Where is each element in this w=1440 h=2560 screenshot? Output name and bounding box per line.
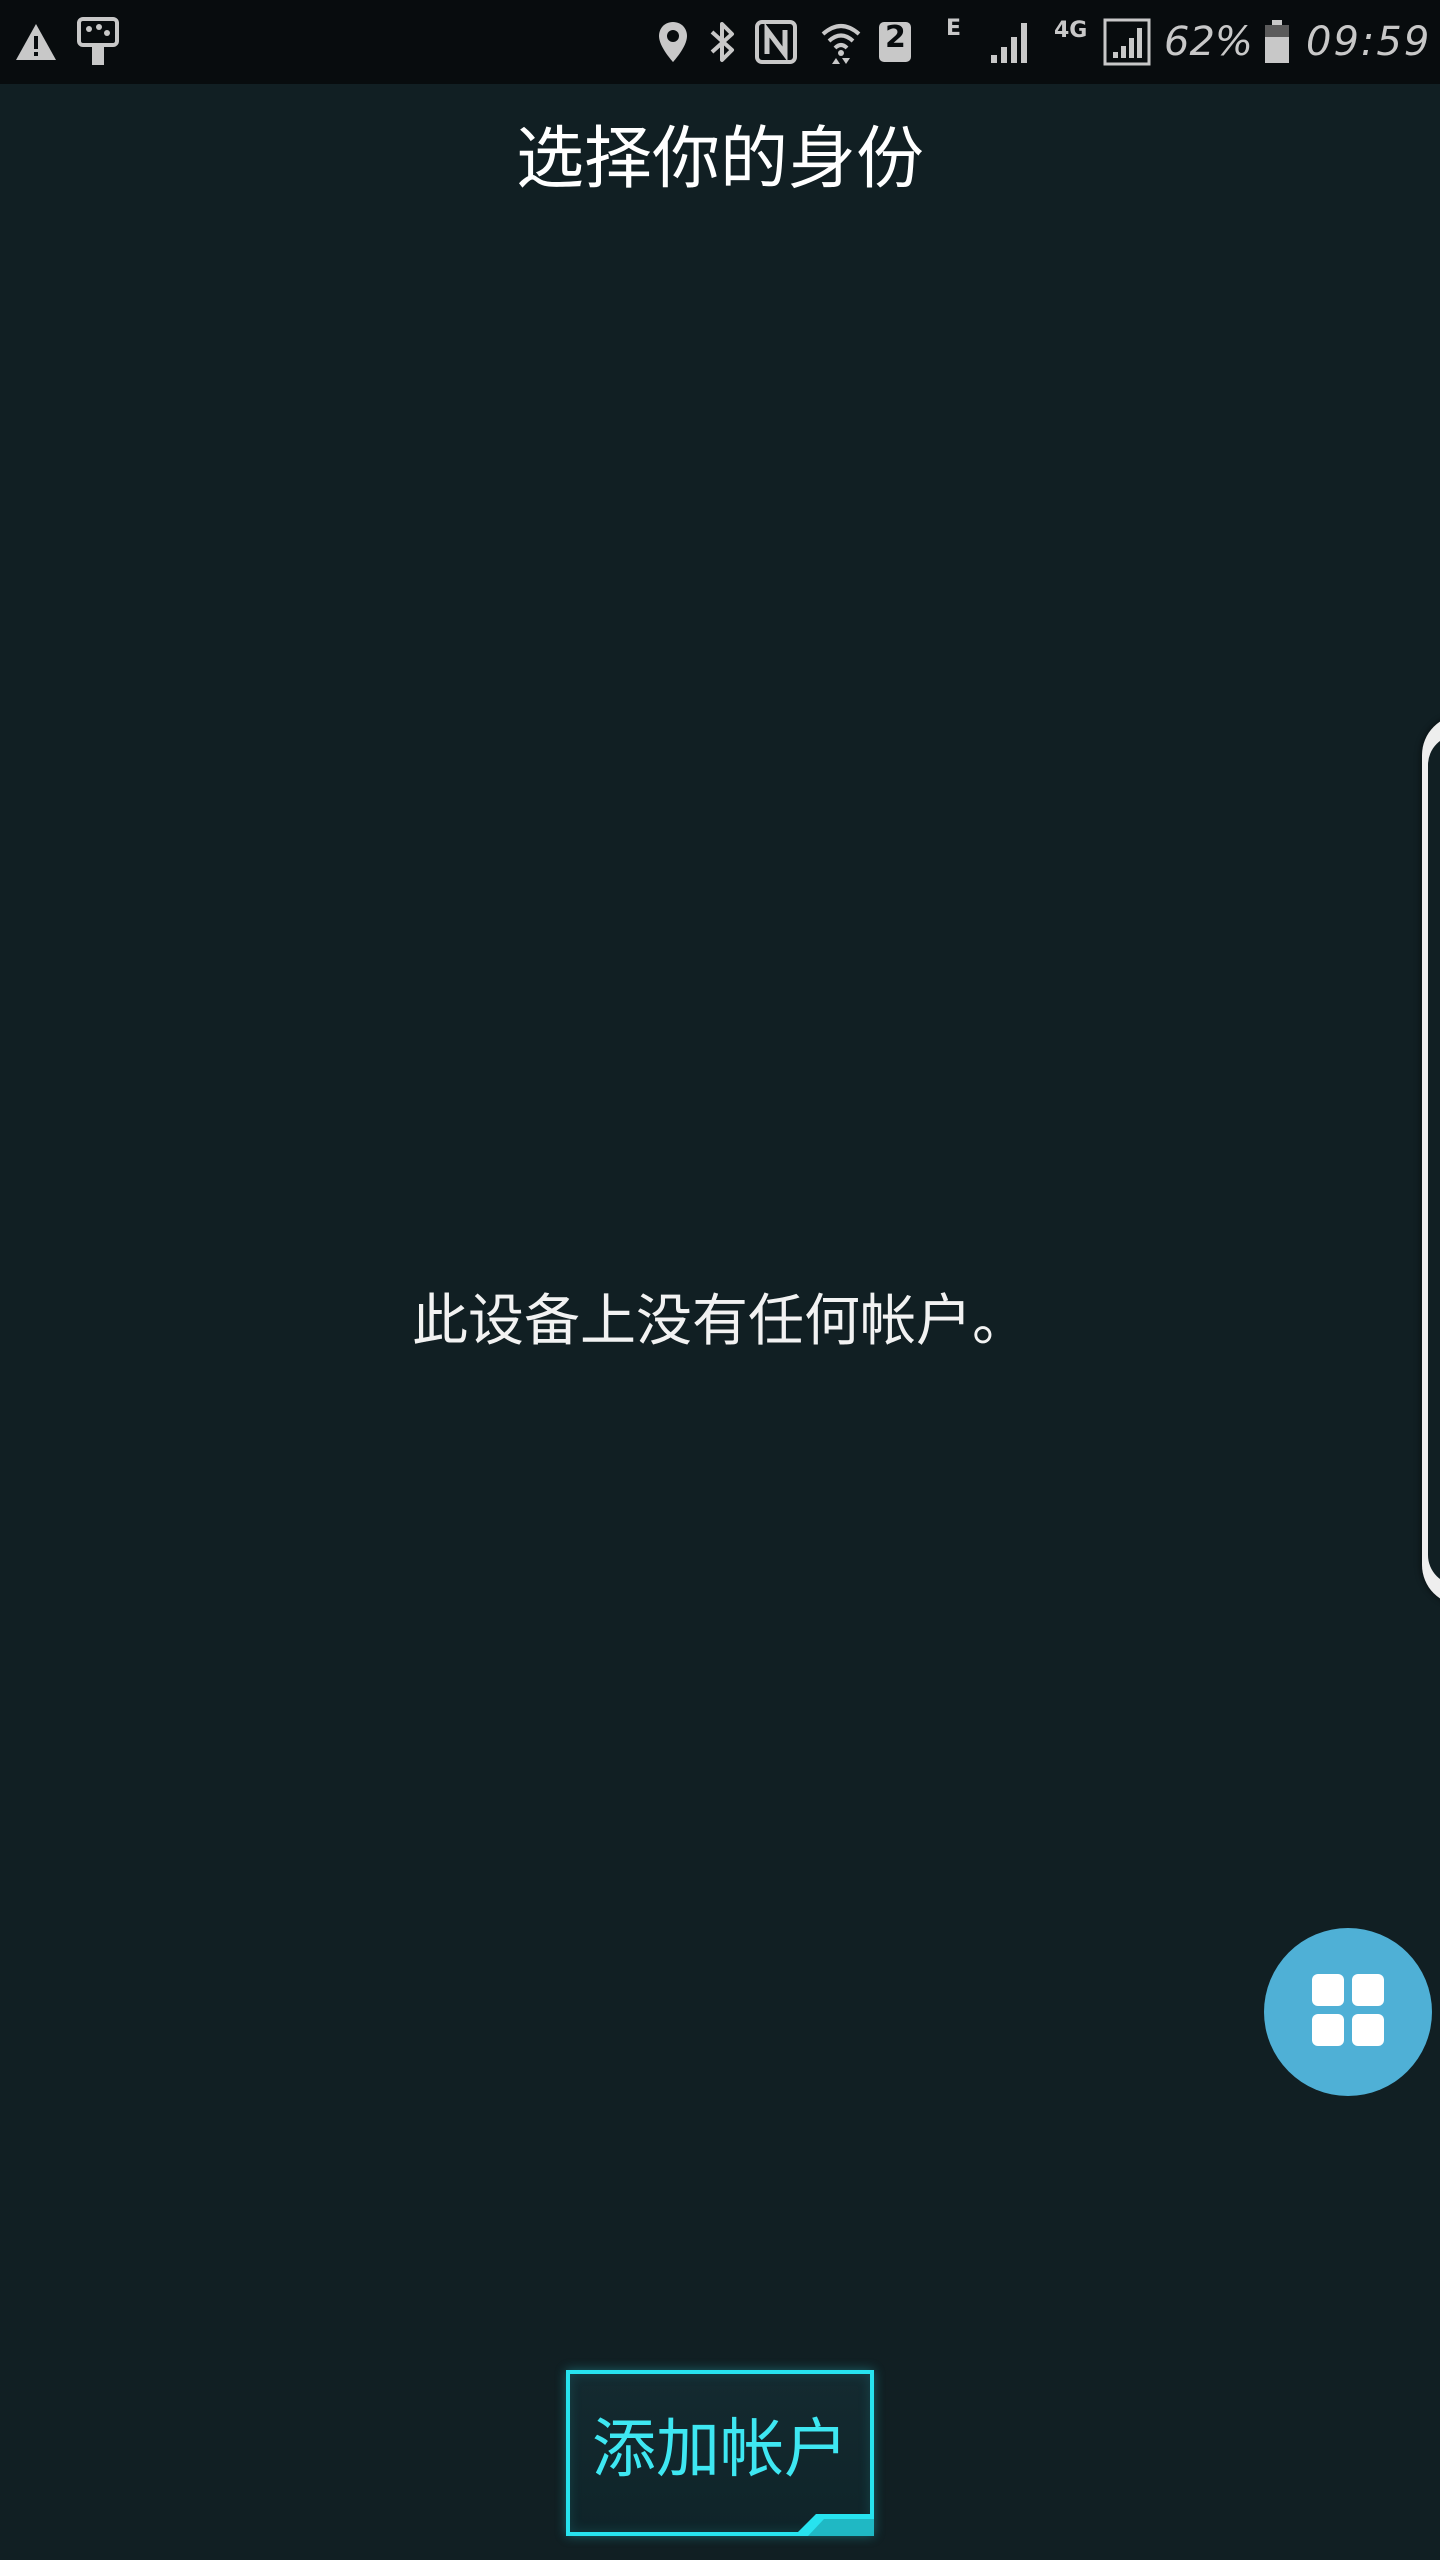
edge-panel-handle-inner [1428,735,1440,1585]
signal-icon [986,14,1034,70]
sim-slot-number: 2 [885,20,906,55]
app-root: 2 E 4G 62% 09:59 选择你的身份 此设备上没有任何帐户。 添加帐户 [0,0,1440,2560]
bluetooth-icon [706,14,740,70]
status-time: 09:59 [1306,19,1432,65]
location-icon [656,14,690,70]
wifi-icon [818,14,864,70]
network-type-e: E [946,16,962,41]
signal-4g-icon [1102,14,1152,70]
empty-state-message: 此设备上没有任何帐户。 [412,1289,1028,1354]
grid-icon [1310,1972,1386,2052]
page-title: 选择你的身份 [515,120,924,199]
nfc-icon [754,14,798,70]
sim-2-icon: 2 [876,14,914,70]
status-bar: 2 E 4G 62% 09:59 [0,0,1440,84]
add-account-button[interactable]: 添加帐户 [566,2370,874,2536]
warning-icon [14,14,58,70]
usb-icon [74,14,122,70]
add-account-label: 添加帐户 [592,2413,848,2487]
battery-icon [1262,14,1292,70]
floating-apps-button[interactable] [1264,1928,1432,2096]
button-corner-accent [794,2514,874,2536]
network-type-4g: 4G [1054,18,1088,43]
battery-percent: 62% [1164,19,1253,65]
